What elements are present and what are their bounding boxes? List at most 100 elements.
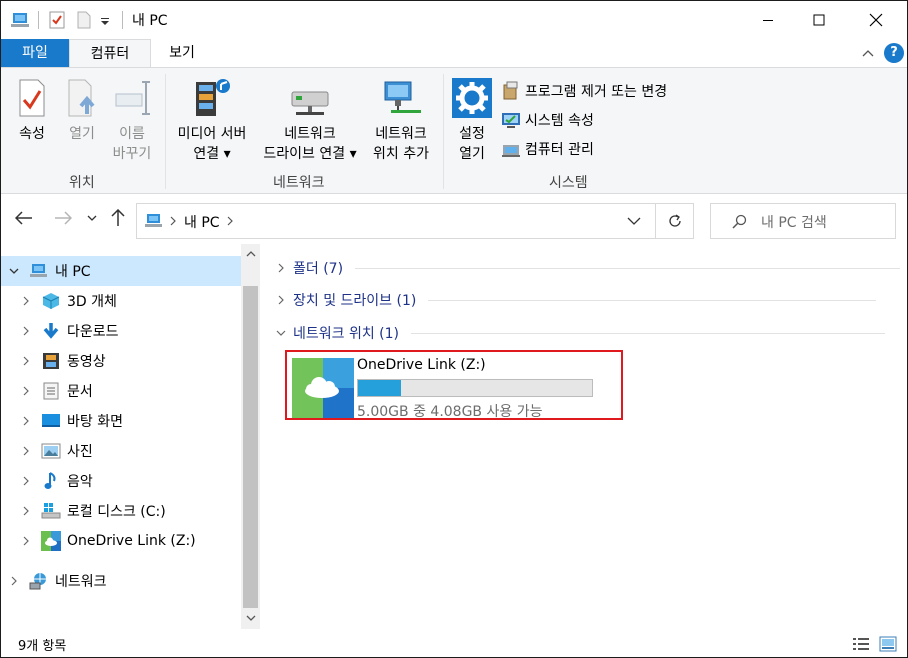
section-divider <box>411 332 886 334</box>
tab-computer[interactable]: 컴퓨터 <box>69 39 151 68</box>
nav-item-documents[interactable]: 문서 <box>1 376 241 406</box>
desktop-icon <box>41 411 61 431</box>
open-icon <box>68 79 95 117</box>
details-view-icon[interactable] <box>852 636 870 652</box>
scrollbar-thumb[interactable] <box>243 286 258 608</box>
chevron-right-icon[interactable] <box>9 576 19 586</box>
rename-label-line1: 이름 <box>119 126 145 142</box>
system-properties-label: 시스템 속성 <box>525 113 594 129</box>
address-dropdown-icon[interactable] <box>627 217 641 226</box>
onedrive-icon <box>292 358 354 418</box>
forward-button[interactable] <box>51 206 75 230</box>
open-label: 열기 <box>69 126 95 142</box>
uninstall-program-icon <box>503 81 518 100</box>
maximize-button[interactable] <box>796 1 842 39</box>
3d-objects-icon <box>41 291 61 311</box>
nav-item-label: 로컬 디스크 (C:) <box>67 504 166 520</box>
refresh-icon <box>668 214 681 227</box>
network-icon <box>29 571 49 591</box>
open-settings-button[interactable]: 설정 열기 <box>450 78 494 164</box>
rename-button[interactable]: 이름 바꾸기 <box>108 78 156 164</box>
add-location-label-line1: 네트워크 <box>375 126 427 142</box>
chevron-right-icon[interactable] <box>21 416 31 426</box>
nav-item-local-disk-c[interactable]: 로컬 디스크 (C:) <box>1 496 241 526</box>
file-explorer-window: 내 PC 파일 컴퓨터 보기 ? 속성 열기 이름 바꾸기 위치 미디어 서버 … <box>0 0 908 658</box>
group-separator <box>443 74 444 189</box>
close-icon <box>869 13 883 27</box>
network-location-icon <box>384 81 421 113</box>
scroll-down-icon[interactable] <box>246 614 256 622</box>
chevron-down-icon[interactable] <box>9 266 19 276</box>
nav-item-label: 동영상 <box>67 354 106 370</box>
computer-icon[interactable] <box>11 11 31 29</box>
maximize-icon <box>813 14 825 26</box>
chevron-right-icon[interactable] <box>21 446 31 456</box>
recent-locations-button[interactable] <box>82 206 102 230</box>
new-folder-icon[interactable] <box>75 11 93 29</box>
section-header-folders[interactable]: 폴더 (7) <box>275 257 901 279</box>
chevron-right-icon[interactable] <box>21 356 31 366</box>
chevron-right-icon[interactable] <box>169 216 177 226</box>
back-button[interactable] <box>12 206 36 230</box>
nav-item-label: 3D 개체 <box>67 294 117 310</box>
chevron-down-icon <box>276 330 286 336</box>
add-network-location-button[interactable]: 네트워크 위치 추가 <box>367 78 435 164</box>
up-button[interactable] <box>106 206 130 230</box>
customize-toolbar-icon[interactable] <box>99 11 111 29</box>
settings-label-line2: 열기 <box>459 146 485 162</box>
nav-item-downloads[interactable]: 다운로드 <box>1 316 241 346</box>
nav-item-music[interactable]: 음악 <box>1 466 241 496</box>
arrow-right-icon <box>55 211 72 225</box>
properties-button[interactable]: 속성 <box>13 78 51 144</box>
chevron-right-icon[interactable] <box>21 386 31 396</box>
collapse-ribbon-icon[interactable] <box>861 47 875 59</box>
drive-name: OneDrive Link (Z:) <box>357 357 486 373</box>
tab-view[interactable]: 보기 <box>151 39 213 67</box>
media-server-icon <box>196 79 230 116</box>
video-icon <box>41 351 61 371</box>
nav-item-onedrive-link-z[interactable]: OneDrive Link (Z:) <box>1 526 241 556</box>
close-button[interactable] <box>853 1 899 39</box>
section-header-devices[interactable]: 장치 및 드라이브 (1) <box>275 289 877 311</box>
chevron-right-icon[interactable] <box>21 476 31 486</box>
help-button[interactable]: ? <box>884 43 904 63</box>
system-properties-icon <box>502 113 520 128</box>
nav-item-desktop[interactable]: 바탕 화면 <box>1 406 241 436</box>
nav-item-videos[interactable]: 동영상 <box>1 346 241 376</box>
address-row: 내 PC 내 PC 검색 <box>1 194 907 244</box>
system-properties-button[interactable]: 시스템 속성 <box>501 110 594 130</box>
nav-item-network[interactable]: 네트워크 <box>1 566 241 596</box>
ribbon: 속성 열기 이름 바꾸기 위치 미디어 서버 연결 ▾ 네트워크 드라이브 연결… <box>1 67 907 194</box>
open-button[interactable]: 열기 <box>63 78 101 144</box>
chevron-right-icon <box>278 295 284 305</box>
nav-item-this-pc[interactable]: 내 PC <box>1 256 241 286</box>
chevron-right-icon[interactable] <box>21 296 31 306</box>
nav-item-label: 바탕 화면 <box>67 414 123 430</box>
properties-icon[interactable] <box>48 11 66 29</box>
scroll-up-icon[interactable] <box>246 250 256 258</box>
nav-pane-scrollbar[interactable] <box>241 244 260 629</box>
location-group-label: 위치 <box>69 175 95 191</box>
minimize-button[interactable] <box>745 1 791 39</box>
nav-item-label: OneDrive Link (Z:) <box>67 533 196 549</box>
uninstall-program-button[interactable]: 프로그램 제거 또는 변경 <box>501 81 667 101</box>
search-box[interactable]: 내 PC 검색 <box>710 203 896 239</box>
refresh-button[interactable] <box>656 203 694 239</box>
large-icons-view-icon[interactable] <box>879 636 897 652</box>
drive-tile-onedrive-link[interactable]: OneDrive Link (Z:) 5.00GB 중 4.08GB 사용 가능 <box>285 350 623 420</box>
computer-management-button[interactable]: 컴퓨터 관리 <box>501 139 594 159</box>
map-network-drive-button[interactable]: 네트워크 드라이브 연결 ▾ <box>257 78 363 164</box>
nav-item-pictures[interactable]: 사진 <box>1 436 241 466</box>
network-drive-icon <box>291 91 329 115</box>
chevron-right-icon[interactable] <box>21 506 31 516</box>
chevron-right-icon[interactable] <box>21 536 31 546</box>
system-group-label: 시스템 <box>549 175 588 191</box>
settings-label-line1: 설정 <box>459 126 485 142</box>
address-bar[interactable]: 내 PC <box>136 203 656 239</box>
section-header-network-locations[interactable]: 네트워크 위치 (1) <box>275 322 886 344</box>
chevron-right-icon[interactable] <box>21 326 31 336</box>
path-chevron-icon[interactable] <box>226 216 234 226</box>
media-server-button[interactable]: 미디어 서버 연결 ▾ <box>171 76 253 164</box>
tab-file[interactable]: 파일 <box>1 39 69 67</box>
nav-item-3d-objects[interactable]: 3D 개체 <box>1 286 241 316</box>
